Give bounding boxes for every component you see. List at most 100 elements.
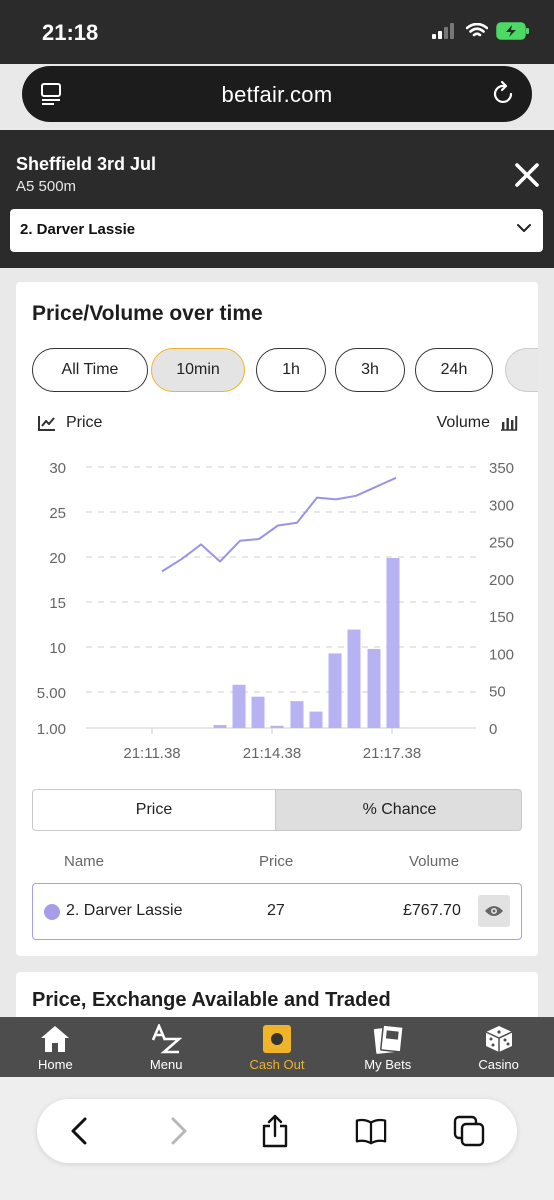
filter-3h[interactable]: 3h	[335, 348, 405, 392]
filter-24h[interactable]: 24h	[415, 348, 493, 392]
status-time: 21:18	[42, 20, 99, 45]
filter-all-time[interactable]: All Time	[32, 348, 148, 392]
volume-axis-tick: 300	[489, 497, 514, 514]
runner-select[interactable]: 2. Darver Lassie	[10, 209, 543, 252]
url-text[interactable]: betfair.com	[22, 82, 532, 108]
volume-bar	[213, 725, 227, 728]
filter-1h[interactable]: 1h	[256, 348, 326, 392]
header-name: Name	[64, 853, 105, 870]
back-button[interactable]	[63, 1115, 95, 1147]
exchange-card-title: Price, Exchange Available and Traded	[32, 989, 391, 1011]
filter-label: 24h	[440, 361, 468, 378]
nav-casino-label: Casino	[478, 1057, 519, 1072]
tabs-button[interactable]	[453, 1115, 485, 1147]
volume-bar	[290, 701, 304, 728]
volume-axis-tick: 150	[489, 609, 514, 626]
reload-icon[interactable]	[492, 80, 516, 106]
nav-menu[interactable]: Menu	[111, 1017, 222, 1077]
nav-cash-out[interactable]: Cash Out	[222, 1017, 333, 1077]
line-chart-icon	[38, 416, 55, 431]
toggle-price-label: Price	[135, 801, 173, 818]
status-icons	[432, 22, 530, 40]
table-row[interactable]: 2. Darver Lassie 27 £767.70	[32, 883, 522, 940]
chevron-left-icon	[71, 1117, 87, 1145]
legend-volume-label: Volume	[436, 414, 490, 431]
address-bar[interactable]: betfair.com	[22, 66, 532, 122]
price-axis-tick: 10	[49, 640, 66, 657]
price-volume-chart: 30 25 20 15 10 5.00 1.00 350 300 250 200 150 100 50 0 2…	[37, 460, 514, 762]
price-axis-tick: 25	[49, 505, 66, 522]
bets-slip-icon	[372, 1023, 404, 1055]
browser-toolbar	[0, 1077, 554, 1200]
close-icon[interactable]	[514, 162, 540, 188]
filter-more[interactable]	[505, 348, 538, 392]
legend-price: Price	[38, 414, 102, 432]
filter-label: 10min	[176, 361, 220, 378]
runner-color-dot	[44, 904, 60, 920]
volume-bar	[367, 648, 381, 728]
nav-cash-out-label: Cash Out	[249, 1057, 305, 1072]
header-volume: Volume	[409, 853, 460, 870]
card-title: Price/Volume over time	[32, 302, 263, 325]
toggle-price[interactable]: Price	[33, 790, 276, 830]
volume-bar	[328, 653, 342, 728]
legend-volume: Volume	[437, 414, 518, 432]
filter-10min[interactable]: 10min	[151, 348, 245, 392]
cash-out-icon	[262, 1023, 292, 1055]
share-button[interactable]	[259, 1114, 291, 1148]
dice-icon	[483, 1023, 515, 1055]
book-icon	[355, 1118, 387, 1145]
race-subtitle: A5 500m	[16, 178, 77, 195]
volume-bar	[347, 629, 361, 728]
runner-volume: £767.70	[403, 902, 461, 919]
battery-charging-icon	[496, 22, 529, 40]
nav-casino[interactable]: Casino	[443, 1017, 554, 1077]
x-axis-tick-label: 21:17.38	[363, 745, 421, 762]
share-icon	[262, 1114, 288, 1148]
nav-menu-label: Menu	[149, 1057, 183, 1072]
volume-bar	[386, 557, 400, 728]
bookmarks-button[interactable]	[355, 1115, 387, 1147]
volume-axis-tick: 100	[489, 646, 514, 663]
visibility-toggle[interactable]	[478, 895, 510, 927]
runner-select-value: 2. Darver Lassie	[20, 221, 136, 238]
filter-label: 3h	[361, 361, 379, 378]
browser-toolbar-pill	[37, 1099, 517, 1163]
price-axis-tick: 15	[49, 595, 66, 612]
price-chance-toggle: Price % Chance	[32, 789, 522, 831]
tabs-icon	[453, 1115, 485, 1147]
bar-chart-icon	[501, 416, 518, 431]
chevron-down-icon	[517, 224, 531, 232]
volume-axis-tick: 250	[489, 535, 514, 552]
nav-home-label: Home	[38, 1057, 73, 1072]
forward-button[interactable]	[163, 1115, 195, 1147]
wifi-icon	[466, 23, 488, 37]
toggle-chance-label: % Chance	[362, 801, 437, 818]
toggle-chance[interactable]: % Chance	[276, 790, 521, 830]
runner-name: 2. Darver Lassie	[66, 902, 183, 919]
cellular-signal-icon	[432, 23, 454, 39]
nav-home[interactable]: Home	[0, 1017, 111, 1077]
nav-my-bets[interactable]: My Bets	[332, 1017, 443, 1077]
price-volume-card: Price/Volume over time All Time 10min 1h…	[16, 282, 538, 956]
filter-label: 1h	[282, 361, 300, 378]
runner-price: 27	[267, 902, 285, 919]
bottom-nav: Home Menu Cash Out My Bets Casino	[0, 1017, 554, 1077]
filter-label: All Time	[61, 361, 119, 378]
price-axis-tick: 1.00	[37, 721, 66, 738]
x-axis-tick-label: 21:11.38	[123, 745, 180, 762]
volume-bar	[251, 696, 265, 728]
volume-axis-tick: 50	[489, 684, 506, 701]
nav-my-bets-label: My Bets	[364, 1057, 412, 1072]
volume-bar	[270, 725, 284, 728]
race-title: Sheffield 3rd Jul	[16, 154, 157, 174]
volume-axis-tick: 200	[489, 572, 514, 589]
market-header: Sheffield 3rd Jul A5 500m 2. Darver Lass…	[0, 130, 554, 268]
az-menu-icon	[150, 1023, 183, 1055]
volume-bar	[232, 684, 246, 728]
volume-axis-tick: 350	[489, 460, 514, 477]
price-axis-tick: 30	[49, 460, 66, 477]
chevron-right-icon	[171, 1117, 187, 1145]
price-axis-tick: 5.00	[37, 685, 66, 702]
volume-bar	[309, 711, 323, 728]
